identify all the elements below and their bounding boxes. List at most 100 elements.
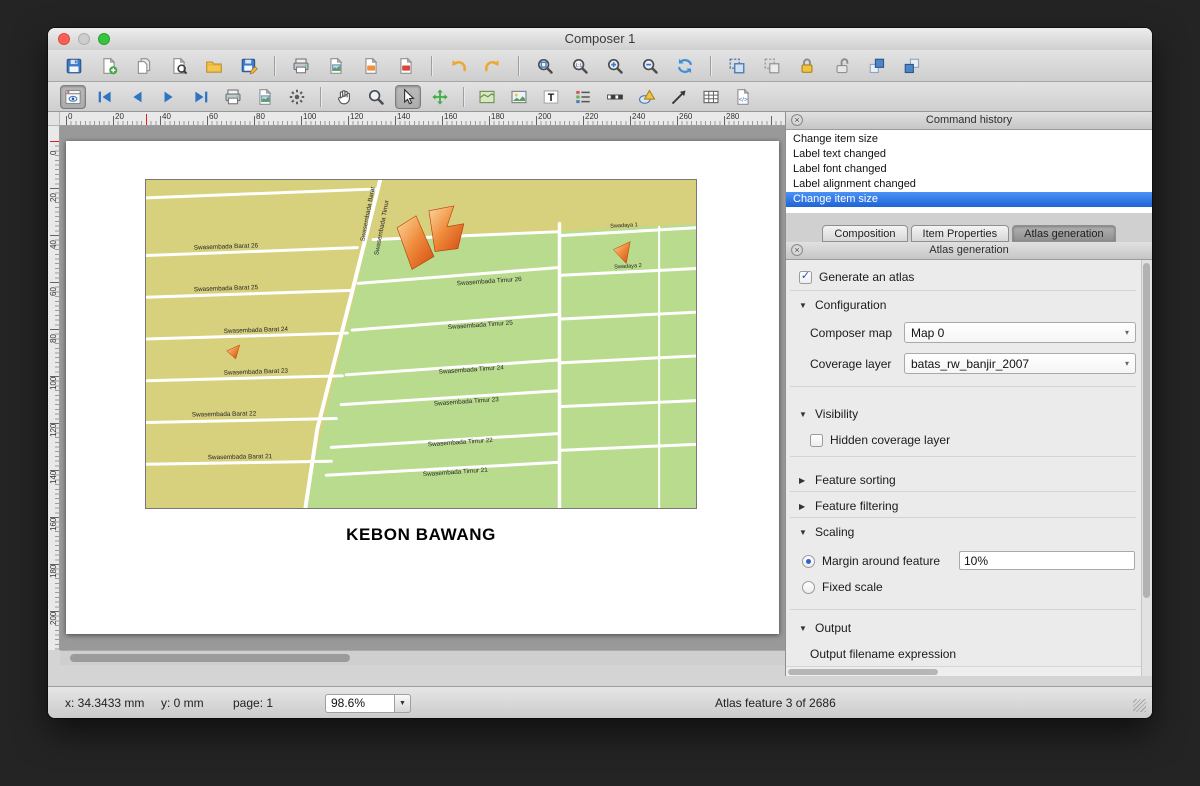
export-pdf-button[interactable] (392, 53, 419, 78)
toolbar-separator (463, 87, 464, 107)
history-item[interactable]: Label font changed (786, 162, 1152, 177)
add-legend-button[interactable] (570, 85, 596, 109)
close-panel-icon[interactable]: × (791, 114, 803, 126)
atlas-previous-feature-button[interactable] (124, 85, 150, 109)
tab-atlas-generation[interactable]: Atlas generation (1012, 225, 1116, 242)
refresh-view-button[interactable] (671, 53, 698, 78)
scrollbar-thumb[interactable] (70, 654, 350, 662)
history-item[interactable]: Change item size (786, 132, 1152, 147)
ungroup-items-button[interactable] (758, 53, 785, 78)
atlas-preview-button[interactable] (60, 85, 86, 109)
minimize-window-button[interactable] (78, 33, 90, 45)
atlas-next-feature-button[interactable] (156, 85, 182, 109)
print-atlas-button[interactable] (220, 85, 246, 109)
scrollbar-thumb[interactable] (1143, 263, 1150, 598)
add-table-button[interactable] (698, 85, 724, 109)
panel-vertical-scrollbar[interactable] (1141, 260, 1152, 676)
scrollbar-thumb[interactable] (788, 669, 938, 675)
add-label-button[interactable]: T (538, 85, 564, 109)
check-icon: ✓ (801, 271, 810, 282)
composer-canvas[interactable]: Swasembada Barat 26Swasembada Barat 25Sw… (60, 126, 785, 650)
export-atlas-button[interactable] (252, 85, 278, 109)
redo-button[interactable] (479, 53, 506, 78)
scaling-section-header[interactable]: ▼ Scaling (786, 521, 1138, 543)
output-section-header[interactable]: ▼ Output (786, 617, 1138, 639)
ruler-label: 20 (49, 193, 58, 202)
margin-around-feature-radio[interactable] (802, 555, 815, 568)
export-svg-button[interactable] (357, 53, 384, 78)
lock-items-button[interactable] (793, 53, 820, 78)
undo-button[interactable] (444, 53, 471, 78)
map-title-label[interactable]: KEBON BAWANG (145, 525, 697, 545)
zoom-level-combo[interactable]: 98.6% ▼ (325, 694, 411, 713)
feature-sorting-section-header[interactable]: ▶ Feature sorting (786, 469, 1138, 491)
composer-map-select[interactable]: Map 0 ▾ (904, 322, 1136, 343)
print-button[interactable] (287, 53, 314, 78)
toolbar-separator (320, 87, 321, 107)
history-item[interactable]: Label text changed (786, 147, 1152, 162)
load-template-button[interactable] (200, 53, 227, 78)
history-item[interactable]: Change item size (786, 192, 1152, 207)
panel-horizontal-scrollbar[interactable] (786, 666, 1141, 676)
hidden-coverage-checkbox[interactable] (810, 434, 823, 447)
page-image-icon (327, 57, 345, 75)
add-new-map-button[interactable] (474, 85, 500, 109)
margin-percent-input[interactable] (959, 551, 1135, 570)
export-image-button[interactable] (322, 53, 349, 78)
save-template-button[interactable] (235, 53, 262, 78)
atlas-last-feature-button[interactable] (188, 85, 214, 109)
titlebar[interactable]: Composer 1 (48, 28, 1152, 51)
generate-atlas-checkbox[interactable]: ✓ (799, 271, 812, 284)
map-item[interactable]: Swasembada Barat 26Swasembada Barat 25Sw… (145, 179, 697, 509)
unlock-items-button[interactable] (828, 53, 855, 78)
add-arrow-button[interactable] (666, 85, 692, 109)
ruler-label: 40 (49, 240, 58, 249)
zoom-tool-button[interactable] (363, 85, 389, 109)
zoom-full-button[interactable] (531, 53, 558, 78)
tab-item-properties[interactable]: Item Properties (911, 225, 1010, 242)
atlas-settings-button[interactable] (284, 85, 310, 109)
hand-icon (335, 88, 353, 106)
configuration-section-header[interactable]: ▼ Configuration (786, 294, 1138, 316)
svg-text:</>: </> (739, 97, 748, 103)
pan-button[interactable] (331, 85, 357, 109)
move-item-content-button[interactable] (427, 85, 453, 109)
group-items-button[interactable] (723, 53, 750, 78)
page-plus-icon (100, 57, 118, 75)
add-html-button[interactable]: </> (730, 85, 756, 109)
add-image-button[interactable] (506, 85, 532, 109)
zoom-window-button[interactable] (98, 33, 110, 45)
add-shape-button[interactable] (634, 85, 660, 109)
command-history-list: Change item sizeLabel text changedLabel … (786, 130, 1152, 213)
duplicate-composer-button[interactable] (130, 53, 157, 78)
close-window-button[interactable] (58, 33, 70, 45)
raise-items-button[interactable] (863, 53, 890, 78)
ruler-label: 100 (49, 377, 58, 390)
history-item[interactable]: Label alignment changed (786, 177, 1152, 192)
zoom-out-button[interactable] (636, 53, 663, 78)
select-move-item-button[interactable] (395, 85, 421, 109)
dropdown-arrow-icon[interactable]: ▼ (394, 694, 411, 713)
zoom-11-icon: 1:1 (571, 57, 589, 75)
street-label: Swasembada Barat 22 (192, 410, 257, 418)
feature-filtering-section-header[interactable]: ▶ Feature filtering (786, 495, 1138, 517)
tab-composition[interactable]: Composition (822, 225, 907, 242)
zoom-in-button[interactable] (601, 53, 628, 78)
new-composer-button[interactable] (95, 53, 122, 78)
add-scalebar-button[interactable] (602, 85, 628, 109)
resize-grip[interactable] (1133, 699, 1146, 712)
visibility-section-header[interactable]: ▼ Visibility (786, 403, 1138, 425)
canvas-horizontal-scrollbar[interactable] (60, 650, 785, 665)
atlas-first-feature-button[interactable] (92, 85, 118, 109)
close-panel-icon[interactable]: × (791, 244, 803, 256)
composition-page[interactable]: Swasembada Barat 26Swasembada Barat 25Sw… (66, 141, 779, 634)
coverage-layer-select[interactable]: batas_rw_banjir_2007 ▾ (904, 353, 1136, 374)
lower-items-button[interactable] (898, 53, 925, 78)
fixed-scale-radio[interactable] (802, 581, 815, 594)
nav-prev-icon (128, 88, 146, 106)
save-project-button[interactable] (60, 53, 87, 78)
desktop-background: Composer 1 1:1 T</> 02040608010012014016… (0, 0, 1200, 786)
composer-manager-button[interactable] (165, 53, 192, 78)
zoom-actual-button[interactable]: 1:1 (566, 53, 593, 78)
atlas-icon (64, 88, 82, 106)
